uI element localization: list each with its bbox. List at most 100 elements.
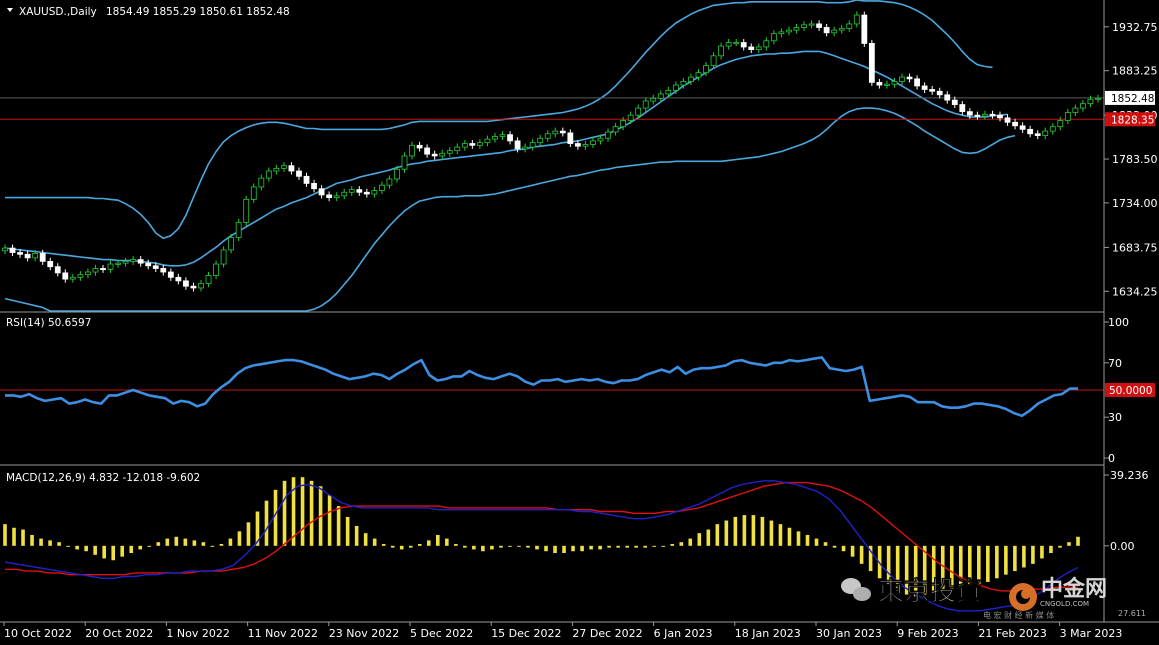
candle-body (54, 266, 61, 274)
macd-histogram-bar (661, 545, 666, 547)
macd-histogram-bar (1031, 545, 1035, 564)
candle-body (243, 198, 250, 223)
macd-histogram-bar (508, 545, 512, 547)
rsi-tick-label: 100 (1108, 316, 1129, 329)
candle-body (846, 23, 853, 29)
macd-histogram-bar (102, 545, 106, 559)
candle (868, 39, 875, 86)
candle-body (1072, 107, 1079, 113)
candle-body (77, 274, 84, 278)
macd-histogram-bar (841, 545, 846, 552)
candle-body (582, 144, 589, 147)
chart-background (0, 0, 1159, 645)
macd-histogram-bar (562, 545, 566, 554)
macd-histogram-bar (580, 545, 584, 552)
macd-histogram-bar (589, 545, 593, 550)
macd-histogram-bar (688, 538, 693, 546)
candle-body (363, 191, 370, 195)
macd-histogram-bar (354, 525, 359, 546)
candle-body (914, 78, 920, 87)
macd-histogram-bar (417, 544, 422, 546)
macd-histogram-bar (129, 545, 134, 554)
candle-body (17, 252, 23, 255)
candle-body (1057, 120, 1064, 128)
candle-body (145, 262, 152, 267)
candle-body (2, 247, 8, 252)
candle-body (733, 42, 740, 45)
candle-body (160, 268, 167, 273)
date-tick-label: 27 Dec 2022 (572, 627, 642, 640)
candle-body (876, 82, 883, 86)
price-tick-label: 1783.50 (1112, 153, 1158, 166)
candle-body (1019, 125, 1026, 130)
macd-histogram-bar (616, 545, 620, 548)
macd-histogram-bar (147, 545, 152, 547)
macd-histogram-bar (814, 538, 819, 546)
candle-body (1012, 121, 1018, 127)
macd-histogram-bar (535, 545, 539, 550)
macd-histogram-bar (544, 545, 548, 552)
candle-body (213, 263, 219, 276)
macd-histogram-bar (850, 545, 855, 557)
candle-body (409, 144, 415, 157)
candle-body (650, 97, 657, 102)
candle-body (906, 76, 913, 80)
candle-body (137, 259, 144, 264)
candle-body (627, 114, 634, 121)
date-tick-label: 11 Nov 2022 (248, 627, 318, 640)
candle-body (476, 142, 483, 146)
candle-body (974, 114, 981, 117)
date-tick-label: 20 Oct 2022 (85, 627, 153, 640)
candle-body (1080, 103, 1086, 109)
macd-histogram-bar (733, 516, 738, 546)
macd-tick-label: 0.00 (1110, 540, 1135, 553)
macd-histogram-bar (327, 495, 332, 546)
candle-body (62, 272, 69, 280)
cngold-logo-icon (1009, 583, 1037, 611)
candle-body (394, 168, 400, 180)
candle-body (507, 134, 513, 142)
price-level-tag-label: 1828.35 (1111, 114, 1154, 126)
macd-histogram-bar (643, 545, 647, 548)
candle-body (868, 43, 875, 83)
candle-body (85, 271, 91, 276)
candle-body (966, 111, 973, 116)
macd-histogram-bar (156, 542, 161, 546)
date-tick-label: 3 Mar 2023 (1060, 627, 1123, 640)
candle (235, 218, 242, 242)
candle-body (1034, 133, 1041, 136)
trading-chart[interactable]: XAUUSD.,Daily 1854.49 1855.29 1850.61 18… (0, 0, 1159, 645)
date-tick-label: 30 Jan 2023 (816, 627, 882, 640)
macd-histogram-bar (300, 477, 305, 546)
candle-body (439, 152, 446, 157)
date-tick-label: 9 Feb 2023 (897, 627, 958, 640)
candle-body (122, 260, 129, 264)
candle-body (1042, 130, 1049, 136)
macd-histogram-bar (526, 545, 530, 548)
candle-body (786, 29, 792, 33)
macd-histogram-bar (742, 515, 747, 546)
candle-body (341, 191, 348, 197)
candle-body (1064, 112, 1071, 121)
macd-histogram-bar (553, 545, 557, 554)
candle-body (951, 99, 958, 105)
macd-histogram-bar (273, 489, 278, 546)
candle-body (891, 81, 898, 85)
candle-body (838, 27, 845, 31)
candle-body (424, 147, 431, 155)
candle-body (333, 195, 340, 198)
price-tick-label: 1883.25 (1112, 65, 1158, 78)
candle-body (1095, 97, 1101, 100)
candle-body (537, 137, 544, 144)
candle-body (431, 153, 438, 157)
macd-histogram-bar (246, 522, 251, 546)
macd-histogram-bar (652, 545, 657, 547)
macd-histogram-bar (237, 531, 242, 546)
date-tick-label: 21 Feb 2023 (978, 627, 1046, 640)
candle-body (371, 190, 378, 195)
candle-body (989, 113, 996, 116)
candle-body (884, 83, 890, 86)
macd-histogram-bar (751, 515, 756, 546)
candle-body (190, 285, 197, 289)
macd-histogram-bar (778, 524, 783, 546)
